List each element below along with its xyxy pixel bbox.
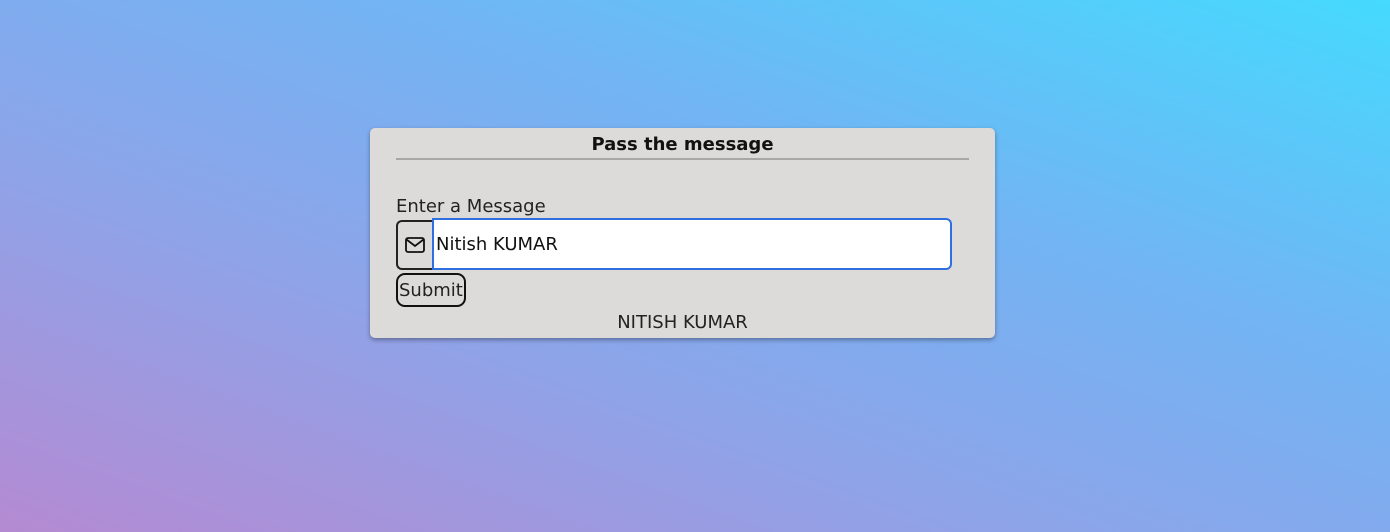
message-label: Enter a Message — [396, 196, 546, 217]
message-card: Pass the message Enter a Message Submit … — [370, 128, 995, 338]
message-input-group — [396, 218, 952, 272]
submit-button[interactable]: Submit — [396, 273, 466, 307]
envelope-icon — [396, 220, 432, 270]
card-title: Pass the message — [591, 134, 774, 155]
output-message: NITISH KUMAR — [617, 312, 748, 333]
title-divider — [396, 158, 969, 160]
message-input[interactable] — [432, 218, 952, 270]
